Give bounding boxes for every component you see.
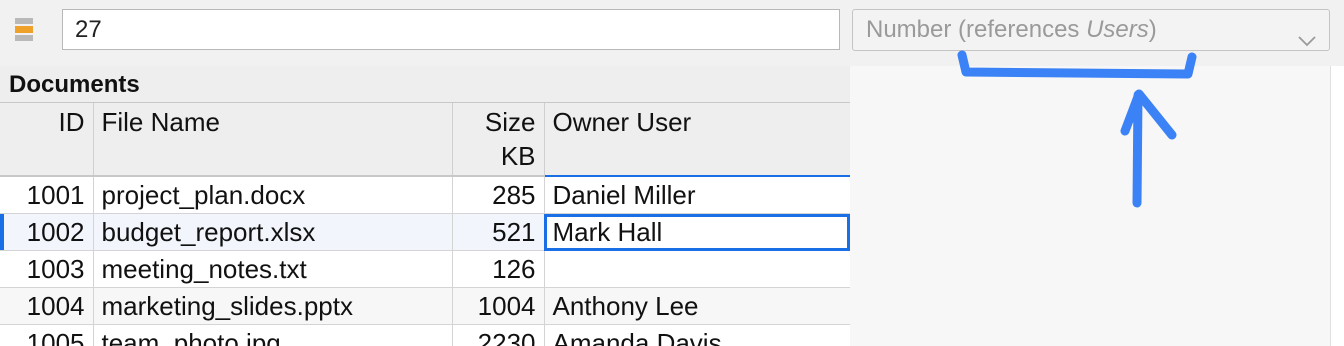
- cell-file-name[interactable]: budget_report.xlsx: [93, 213, 453, 251]
- column-header-id[interactable]: ID: [0, 103, 94, 177]
- table-row[interactable]: 1004 marketing_slides.pptx 1004 Anthony …: [0, 287, 850, 325]
- cell-id[interactable]: 1003: [0, 250, 94, 288]
- table-title: Documents: [0, 66, 850, 103]
- column-type-suffix: ): [1148, 16, 1157, 43]
- cell-owner-user-selected[interactable]: Mark Hall: [544, 213, 850, 251]
- cell-owner-user[interactable]: [544, 250, 850, 288]
- cell-size-kb[interactable]: 1004: [452, 287, 545, 325]
- cell-id[interactable]: 1001: [0, 176, 94, 214]
- referenced-table-name: Users: [1086, 16, 1149, 43]
- cell-file-name[interactable]: meeting_notes.txt: [93, 250, 453, 288]
- cell-id[interactable]: 1002: [0, 213, 94, 251]
- column-header-file-name[interactable]: File Name: [93, 103, 453, 177]
- table-row[interactable]: 1001 project_plan.docx 285 Daniel Miller: [0, 176, 850, 214]
- cell-size-kb[interactable]: 2230: [452, 324, 545, 346]
- cell-owner-user[interactable]: Anthony Lee: [544, 287, 850, 325]
- column-header-size-kb[interactable]: Size KB: [452, 103, 545, 177]
- toolbar: 27 Number (references Users): [0, 0, 1344, 67]
- side-panel: [850, 66, 1344, 346]
- cell-owner-user[interactable]: Daniel Miller: [544, 176, 850, 214]
- table-row[interactable]: 1003 meeting_notes.txt 126: [0, 250, 850, 288]
- vertical-scrollbar[interactable]: [1330, 66, 1344, 346]
- cell-value-input[interactable]: 27: [62, 9, 840, 50]
- column-type-prefix: Number (references: [866, 16, 1087, 43]
- cell-id[interactable]: 1005: [0, 324, 94, 346]
- table-row[interactable]: 1005 team_photo.jpg 2230 Amanda Davis: [0, 324, 850, 346]
- cell-file-name[interactable]: marketing_slides.pptx: [93, 287, 453, 325]
- cell-file-name[interactable]: project_plan.docx: [93, 176, 453, 214]
- column-type-icon[interactable]: [12, 16, 38, 44]
- cell-id[interactable]: 1004: [0, 287, 94, 325]
- chevron-down-icon[interactable]: [1297, 22, 1317, 47]
- documents-table: Documents ID File Name Size KB Owner Use…: [0, 66, 850, 346]
- column-header-owner-user[interactable]: Owner User: [544, 103, 850, 177]
- cell-size-kb[interactable]: 126: [452, 250, 545, 288]
- table-row[interactable]: 1002 budget_report.xlsx 521 Mark Hall: [0, 213, 850, 251]
- cell-size-kb[interactable]: 285: [452, 176, 545, 214]
- cell-size-kb[interactable]: 521: [452, 213, 545, 251]
- cell-owner-user[interactable]: Amanda Davis: [544, 324, 850, 346]
- column-type-select[interactable]: Number (references Users): [852, 9, 1330, 51]
- cell-file-name[interactable]: team_photo.jpg: [93, 324, 453, 346]
